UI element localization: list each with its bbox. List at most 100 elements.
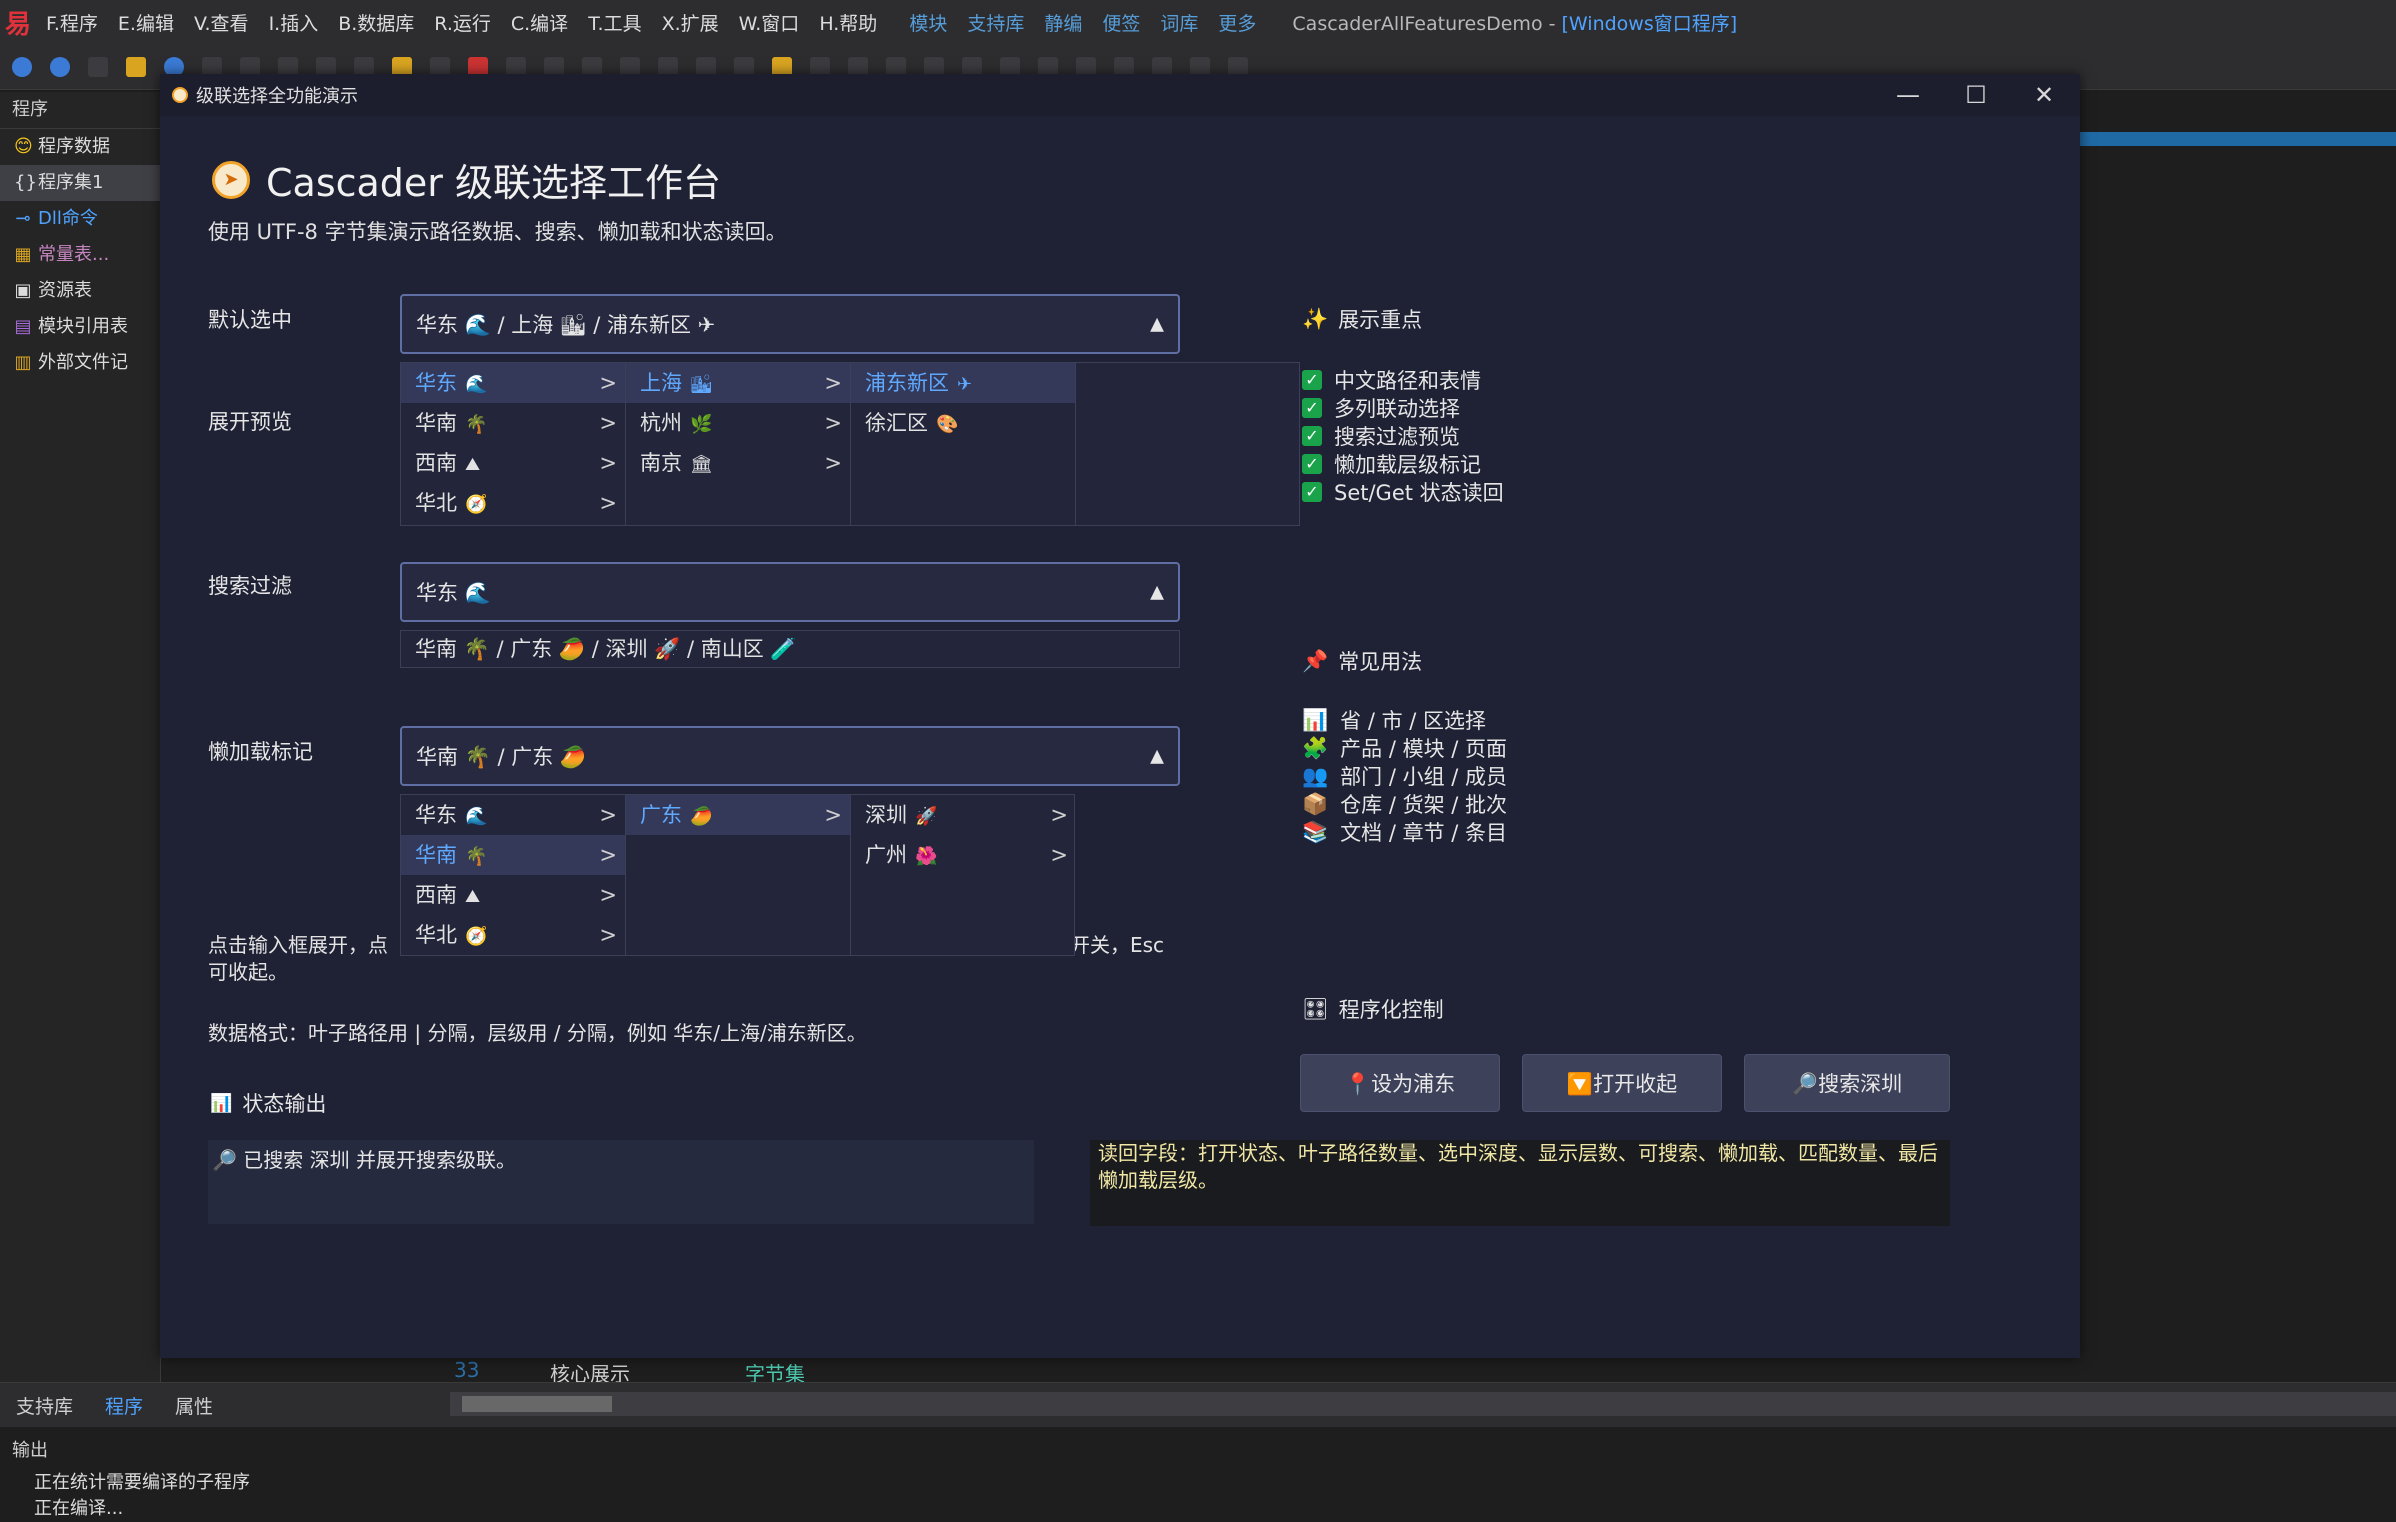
- cascader-lazy[interactable]: 华南 🌴 / 广东 🥭 ▲: [400, 726, 1180, 786]
- compass-icon: 🧭: [465, 494, 488, 515]
- tree-item-assembly[interactable]: {}程序集1: [0, 165, 160, 201]
- city-icon: 🏙: [690, 374, 713, 395]
- option-xuhui[interactable]: 徐汇区 🎨: [851, 403, 1075, 443]
- menu-insert[interactable]: I.插入: [269, 9, 319, 36]
- highlight-item: ✓ 懒加载层级标记: [1302, 450, 1504, 478]
- option-shanghai[interactable]: 上海 🏙 >: [626, 363, 850, 403]
- option-guangzhou[interactable]: 广州 🌺 >: [851, 835, 1076, 875]
- tree-item-external-files[interactable]: ▥ 外部文件记: [0, 345, 160, 381]
- menu-view[interactable]: V.查看: [194, 9, 249, 36]
- horizontal-scrollbar[interactable]: [450, 1392, 2396, 1416]
- back-icon[interactable]: [12, 56, 32, 77]
- close-button[interactable]: ✕: [2010, 74, 2078, 116]
- tree-item-resources[interactable]: ▣ 资源表: [0, 273, 160, 309]
- puzzle-icon: 🧩: [1302, 735, 1329, 760]
- palm-icon: 🌴: [465, 414, 488, 435]
- search-shenzhen-button[interactable]: 🔎搜索深圳: [1744, 1054, 1950, 1112]
- status-output: 🔎 已搜索 深圳 并展开搜索级联。: [208, 1140, 1034, 1224]
- caret-up-icon[interactable]: ▲: [1150, 314, 1164, 335]
- option-east[interactable]: 华东 🌊 >: [401, 363, 625, 403]
- tab-properties[interactable]: 属性: [159, 1392, 229, 1419]
- scrollbar-thumb[interactable]: [462, 1396, 612, 1412]
- usage-item: 📚 文档 / 章节 / 条目: [1302, 818, 1507, 846]
- palette-icon: 🎨: [936, 414, 959, 435]
- highlights-title: 展示重点: [1338, 308, 1423, 332]
- label-lazy: 懒加载标记: [208, 740, 313, 764]
- sparkle-icon: ✨: [1302, 306, 1329, 331]
- window-titlebar[interactable]: 级联选择全功能演示 — ☐ ✕: [160, 74, 2080, 116]
- new-file-icon[interactable]: [88, 56, 108, 77]
- tree-item-module-refs[interactable]: ▤ 模块引用表: [0, 309, 160, 345]
- option-southwest[interactable]: 西南 ⛰ >: [401, 443, 625, 483]
- menu-program[interactable]: F.程序: [46, 9, 98, 36]
- ide-menubar: 易 F.程序 E.编辑 V.查看 I.插入 B.数据库 R.运行 C.编译 T.…: [0, 0, 2396, 44]
- flower-icon: 🌺: [915, 846, 938, 867]
- check-icon: ✓: [1302, 454, 1322, 474]
- editor-background: [2080, 92, 2396, 1382]
- chevron-right-icon: >: [1050, 803, 1068, 827]
- search-suggestion[interactable]: 华南 🌴 / 广东 🥭 / 深圳 🚀 / 南山区 🧪: [400, 630, 1180, 668]
- menu-more[interactable]: 更多: [1218, 9, 1256, 36]
- option-south[interactable]: 华南 🌴 >: [401, 403, 625, 443]
- menu-extend[interactable]: X.扩展: [662, 9, 719, 36]
- tab-program[interactable]: 程序: [89, 1392, 159, 1419]
- option-north[interactable]: 华北 🧭 >: [401, 915, 625, 955]
- chevron-right-icon: >: [824, 803, 842, 827]
- caret-up-icon[interactable]: ▲: [1150, 746, 1164, 767]
- option-label: 广州: [865, 843, 907, 867]
- menu-window[interactable]: W.窗口: [739, 9, 800, 36]
- option-guangdong[interactable]: 广东 🥭 >: [626, 795, 850, 835]
- option-label: 徐汇区: [865, 411, 928, 435]
- option-label: 华东: [415, 803, 457, 827]
- open-folder-icon[interactable]: [126, 56, 146, 77]
- tree-item-constants[interactable]: ▦ 常量表...: [0, 237, 160, 273]
- menu-support-lib[interactable]: 支持库: [967, 9, 1024, 36]
- people-icon: 👥: [1302, 763, 1329, 788]
- chevron-right-icon: >: [599, 803, 617, 827]
- help-line-2: 可收起。: [208, 960, 288, 984]
- option-pudong[interactable]: 浦东新区 ✈: [851, 363, 1075, 403]
- resources-icon: ▣: [14, 280, 32, 301]
- menu-static-compile[interactable]: 静编: [1044, 9, 1082, 36]
- option-south[interactable]: 华南 🌴 >: [401, 835, 625, 875]
- option-shenzhen[interactable]: 深圳 🚀 >: [851, 795, 1076, 835]
- usage-label: 文档 / 章节 / 条目: [1340, 821, 1508, 845]
- cascader-default[interactable]: 华东 🌊 / 上海 🏙 / 浦东新区 ✈ ▲: [400, 294, 1180, 354]
- chevron-right-icon: >: [599, 411, 617, 435]
- menu-help[interactable]: H.帮助: [819, 9, 877, 36]
- forward-icon[interactable]: [50, 56, 70, 77]
- highlights-section: ✨ 展示重点: [1302, 304, 1422, 334]
- page-heading: ➤ Cascader 级联选择工作台: [212, 152, 721, 207]
- usage-item: 📊 省 / 市 / 区选择: [1302, 706, 1507, 734]
- option-east[interactable]: 华东 🌊 >: [401, 795, 625, 835]
- option-north[interactable]: 华北 🧭 >: [401, 483, 625, 523]
- set-pudong-button[interactable]: 📍设为浦东: [1300, 1054, 1500, 1112]
- menu-module[interactable]: 模块: [909, 9, 947, 36]
- tree-item-label: 常量表...: [38, 244, 110, 265]
- option-nanjing[interactable]: 南京 🏛 >: [626, 443, 850, 483]
- compass-icon: ➤: [212, 160, 250, 199]
- option-label: 深圳: [865, 803, 907, 827]
- option-southwest[interactable]: 西南 ⛰ >: [401, 875, 625, 915]
- minimize-button[interactable]: —: [1874, 74, 1942, 116]
- chevron-right-icon: >: [599, 371, 617, 395]
- menu-database[interactable]: B.数据库: [338, 9, 414, 36]
- tab-support-lib[interactable]: 支持库: [0, 1392, 89, 1419]
- maximize-button[interactable]: ☐: [1942, 74, 2010, 116]
- tree-item-program-data[interactable]: 😊 程序数据: [0, 129, 160, 165]
- cascader-search[interactable]: 华东 🌊 ▲: [400, 562, 1180, 622]
- menu-edit[interactable]: E.编辑: [118, 9, 174, 36]
- menu-tools[interactable]: T.工具: [588, 9, 641, 36]
- menu-compile[interactable]: C.编译: [511, 9, 568, 36]
- option-label: 华北: [415, 923, 457, 947]
- caret-up-icon[interactable]: ▲: [1150, 582, 1164, 603]
- menu-run[interactable]: R.运行: [434, 9, 491, 36]
- lazy-dropdown: 华东 🌊 > 华南 🌴 > 西南 ⛰ > 华北 🧭 > 广东 🥭 > 深圳 🚀 > 广州 🌺 >: [400, 794, 1075, 956]
- menu-dictionary[interactable]: 词库: [1160, 9, 1198, 36]
- toggle-open-button[interactable]: 🔽打开收起: [1522, 1054, 1722, 1112]
- option-hangzhou[interactable]: 杭州 🌿 >: [626, 403, 850, 443]
- expand-column-district: 浦东新区 ✈ 徐汇区 🎨: [851, 363, 1076, 525]
- menu-notes[interactable]: 便签: [1102, 9, 1140, 36]
- tree-item-dll[interactable]: ⊸ Dll命令: [0, 201, 160, 237]
- box-icon: 📦: [1302, 791, 1329, 816]
